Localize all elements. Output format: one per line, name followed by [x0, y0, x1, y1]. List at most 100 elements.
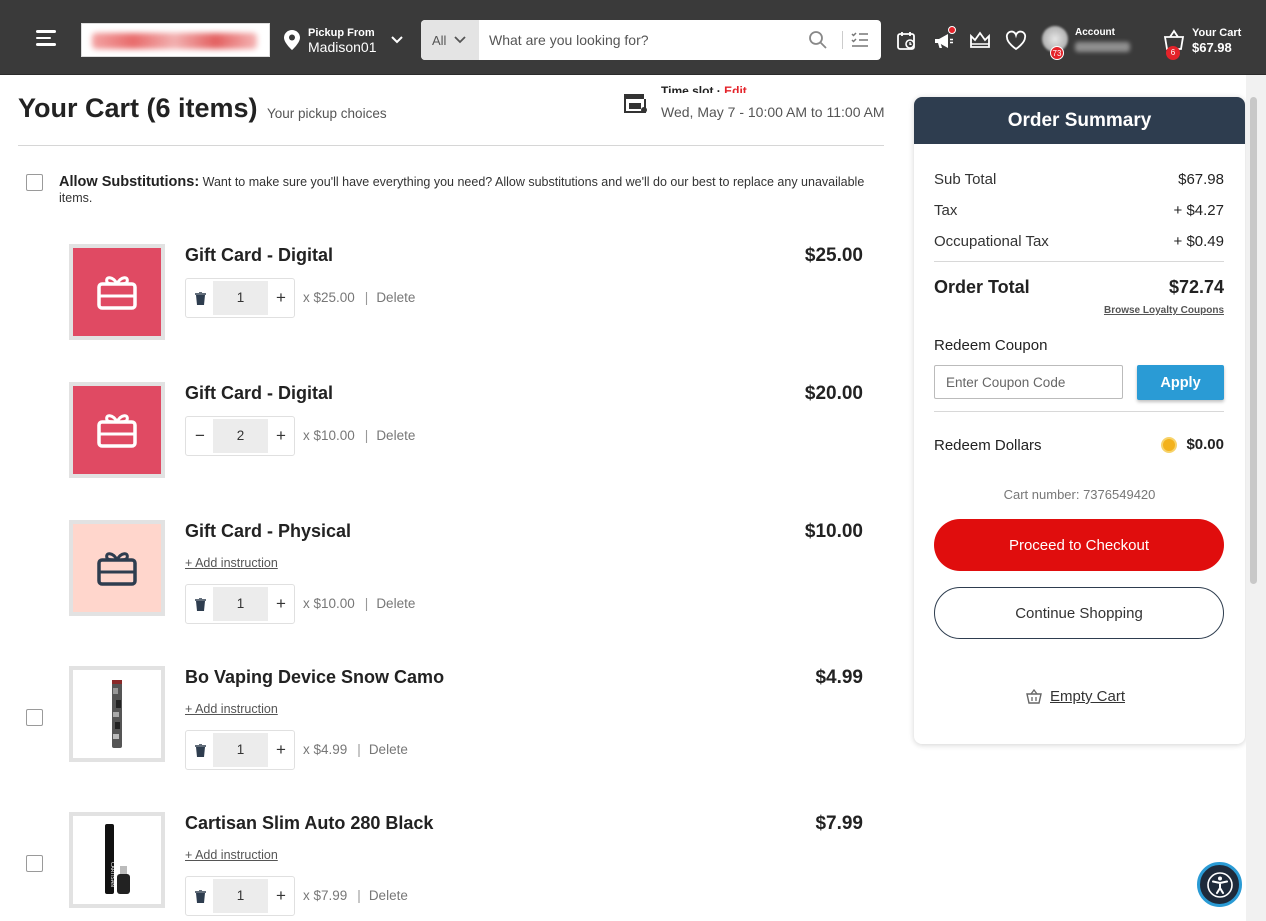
remove-item-button[interactable]	[187, 281, 213, 315]
quantity-stepper: 1 +	[185, 730, 295, 770]
continue-shopping-button[interactable]: Continue Shopping	[934, 587, 1224, 639]
subtotal-row: Sub Total $67.98	[934, 171, 1224, 188]
cart-count-badge: 6	[1166, 46, 1180, 60]
quantity-value[interactable]: 1	[213, 879, 268, 913]
shopping-list-icon[interactable]	[850, 30, 870, 50]
remove-item-button[interactable]	[187, 587, 213, 621]
top-navigation-bar: Pickup From Madison01 All 73 Account 6 Y…	[0, 0, 1266, 75]
notification-dot	[948, 26, 956, 34]
order-total-value: $72.74	[1168, 277, 1224, 297]
product-price: $25.00	[804, 245, 863, 266]
increase-quantity-button[interactable]: +	[268, 281, 294, 315]
product-image[interactable]	[69, 382, 165, 478]
search-input[interactable]	[479, 21, 808, 59]
order-summary-title: Order Summary	[914, 97, 1245, 144]
crown-rewards-icon[interactable]	[969, 30, 991, 52]
quantity-value[interactable]: 2	[213, 419, 268, 453]
delete-link[interactable]: Delete	[376, 290, 415, 305]
product-name[interactable]: Gift Card - Physical	[185, 521, 351, 542]
delete-link[interactable]: Delete	[369, 742, 408, 757]
product-image[interactable]	[69, 666, 165, 762]
tax-value: + $4.27	[1173, 202, 1224, 219]
decrease-quantity-button[interactable]: −	[187, 419, 213, 453]
occupational-tax-value: + $0.49	[1173, 233, 1224, 250]
gift-card-icon	[97, 552, 137, 586]
quantity-value[interactable]: 1	[213, 587, 268, 621]
scrollbar-thumb[interactable]	[1250, 97, 1257, 584]
product-image[interactable]	[69, 244, 165, 340]
occupational-tax-row: Occupational Tax + $0.49	[934, 233, 1224, 250]
cart-number: Cart number: 7376549420	[1003, 487, 1156, 502]
search-category-value: All	[432, 32, 447, 48]
unit-price: x $4.99	[303, 742, 348, 757]
order-total-label: Order Total	[934, 277, 1030, 297]
increase-quantity-button[interactable]: +	[268, 419, 294, 453]
header-cart-button[interactable]: 6 Your Cart $67.98	[1160, 24, 1250, 64]
vape-device-image	[112, 680, 122, 748]
browse-loyalty-coupons-link[interactable]: Browse Loyalty Coupons	[1104, 305, 1224, 316]
quantity-value[interactable]: 1	[213, 281, 268, 315]
quantity-stepper: − 2 +	[185, 416, 295, 456]
gift-card-icon	[97, 276, 137, 310]
redeem-dollars-value: $0.00	[1186, 436, 1224, 453]
unit-price-row: x $10.00 | Delete	[303, 596, 416, 611]
trash-icon	[194, 889, 206, 903]
unit-price-row: x $10.00 | Delete	[303, 428, 416, 443]
delete-link[interactable]: Delete	[376, 596, 415, 611]
coupon-code-input[interactable]	[934, 365, 1123, 399]
account-name-redacted	[1075, 42, 1130, 52]
unit-price: x $7.99	[303, 888, 348, 903]
product-price: $4.99	[815, 667, 863, 688]
allow-substitutions-checkbox[interactable]	[26, 174, 43, 191]
accessibility-button[interactable]	[1197, 862, 1242, 907]
add-instruction-link[interactable]: + Add instruction	[185, 702, 278, 716]
apply-coupon-button[interactable]: Apply	[1137, 365, 1224, 400]
delete-link[interactable]: Delete	[369, 888, 408, 903]
product-price: $20.00	[804, 383, 863, 404]
increase-quantity-button[interactable]: +	[268, 879, 294, 913]
quantity-value[interactable]: 1	[213, 733, 268, 767]
cart-total: $67.98	[1192, 40, 1232, 55]
increase-quantity-button[interactable]: +	[268, 587, 294, 621]
product-price: $10.00	[804, 521, 863, 542]
gift-card-icon	[97, 414, 137, 448]
store-logo[interactable]	[81, 23, 270, 57]
trash-icon	[194, 597, 206, 611]
page-subtitle: Your pickup choices	[267, 106, 387, 121]
product-image[interactable]	[69, 520, 165, 616]
menu-icon[interactable]	[36, 30, 56, 46]
product-name[interactable]: Gift Card - Digital	[185, 245, 333, 266]
store-name: Madison01	[308, 39, 377, 55]
quantity-stepper: 1 +	[185, 278, 295, 318]
search-icon[interactable]	[808, 30, 828, 50]
remove-item-button[interactable]	[187, 733, 213, 767]
heart-favorites-icon[interactable]	[1005, 30, 1027, 52]
pickup-label: Pickup From	[308, 27, 375, 39]
remove-item-button[interactable]	[187, 879, 213, 913]
product-image[interactable]: CARTISAN	[69, 812, 165, 908]
empty-cart-link[interactable]: Empty Cart	[1026, 688, 1125, 705]
pickup-location-selector[interactable]: Pickup From Madison01	[284, 24, 403, 56]
delete-link[interactable]: Delete	[376, 428, 415, 443]
substitutions-text: Allow Substitutions: Want to make sure y…	[59, 174, 884, 206]
account-label: Account	[1075, 27, 1115, 38]
basket-icon	[1026, 689, 1042, 704]
proceed-to-checkout-button[interactable]: Proceed to Checkout	[934, 519, 1224, 571]
timeslot-edit-link[interactable]: Edit	[724, 84, 747, 93]
product-name[interactable]: Cartisan Slim Auto 280 Black	[185, 813, 433, 834]
add-instruction-link[interactable]: + Add instruction	[185, 556, 278, 570]
increase-quantity-button[interactable]: +	[268, 733, 294, 767]
item-select-checkbox[interactable]	[26, 709, 43, 726]
account-menu[interactable]: 73 Account	[1042, 22, 1162, 62]
account-badge: 73	[1050, 46, 1064, 60]
product-name[interactable]: Bo Vaping Device Snow Camo	[185, 667, 444, 688]
search-category-dropdown[interactable]: All	[421, 20, 479, 60]
add-instruction-link[interactable]: + Add instruction	[185, 848, 278, 862]
calendar-clock-icon[interactable]	[896, 30, 918, 52]
coin-icon[interactable]	[1161, 437, 1177, 453]
trash-icon	[194, 291, 206, 305]
product-name[interactable]: Gift Card - Digital	[185, 383, 333, 404]
item-select-checkbox[interactable]	[26, 855, 43, 872]
chevron-down-icon	[454, 36, 467, 44]
accessibility-icon	[1206, 871, 1233, 898]
